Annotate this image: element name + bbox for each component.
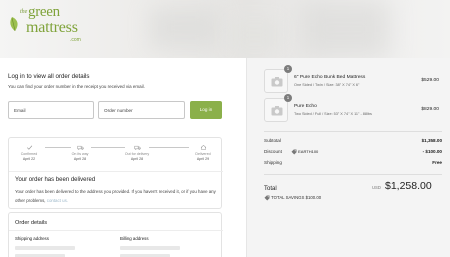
card-divider [9,171,223,172]
shipping-address-label: Shipping address [15,236,49,241]
order-status-page: the green mattress .com Log in to view a… [0,0,450,257]
shipping-address-placeholder [15,246,75,250]
timeline-step-label: Confirmed [20,152,38,156]
timeline-step-confirmed: Confirmed April 22 [11,144,47,161]
discount-code-tag: EARTH100 [291,149,318,155]
total-currency: USD [372,185,381,190]
line-item: 1 6" Pure Echo Bunk Bed Mattress One Sid… [264,65,442,93]
billing-address-label: Billing address [120,236,149,241]
quantity-badge: 1 [284,94,292,102]
product-thumbnail [264,98,288,122]
logo-dotcom: .com [70,37,81,43]
shipping-row: Shipping Free [264,160,442,168]
timeline-step-delivered: Delivered April 29 [185,144,221,161]
banner-background [150,8,220,48]
product-variant: Two Sided / Full / Size: 53" X 74" X 11"… [294,112,372,116]
discount-code: EARTH100 [298,148,319,154]
summary-divider [264,131,442,132]
logo-mattress: mattress [26,19,78,36]
order-details-card: Order details Shipping address Billing a… [8,212,223,257]
product-name: Pure Echo [294,104,317,109]
login-button[interactable]: Log in [190,101,222,119]
discount-label: Discount [264,149,282,154]
tag-icon [264,195,270,201]
timeline-step-label: Delivered [195,152,211,156]
product-price: $529.00 [421,78,439,83]
timeline-step-date: April 29 [196,157,210,161]
discount-value: - $100.00 [422,149,442,154]
product-price: $829.00 [421,107,439,112]
order-main: Log in to view all order details You can… [0,58,246,257]
product-thumbnail [264,69,288,93]
timeline-step-date: April 22 [22,157,36,161]
contact-us-link[interactable]: contact us. [47,198,68,203]
line-item: 1 Pure Echo Two Sided / Full / Size: 53"… [264,94,442,122]
quantity-badge: 1 [284,65,292,73]
leaf-icon [10,17,18,32]
truck-icon [133,145,141,150]
order-status-card: Confirmed April 22 On its way April 28 O… [8,137,223,209]
truck-icon [76,145,84,150]
subtotal-label: Subtotal [264,138,281,143]
shipping-value: Free [432,160,442,165]
email-field[interactable]: Email [8,101,94,119]
discount-row: Discount EARTH100 - $100.00 [264,149,442,157]
tag-icon [291,149,297,154]
login-subtitle: You can find your order number in the re… [8,84,145,89]
delivery-status-title: Your order has been delivered [15,177,96,183]
total-value: $1,258.00 [385,180,432,192]
delivery-timeline: Confirmed April 22 On its way April 28 O… [9,142,223,170]
order-summary-sidebar: 1 6" Pure Echo Bunk Bed Mattress One Sid… [246,58,450,257]
logo-the: the [20,9,28,15]
product-variant: One Sided / Twin / Size: 38" X 74" X 6" [294,83,360,87]
camera-icon [271,106,283,116]
total-savings: TOTAL SAVINGS $100.00 [264,195,321,201]
banner-background [300,0,390,58]
total-savings-text: TOTAL SAVINGS $100.00 [271,195,322,201]
subtotal-row: Subtotal $1,358.00 [264,138,442,146]
product-name: 6" Pure Echo Bunk Bed Mattress [294,75,366,80]
summary-divider [264,174,442,175]
total-label: Total [264,186,277,192]
timeline-step-on-its-way: On its way April 28 [62,144,98,161]
banner-background [230,20,280,50]
brand-logo[interactable]: the green mattress .com [8,4,98,50]
order-number-field[interactable]: Order number [98,101,185,119]
timeline-connector [149,147,189,148]
header-banner: the green mattress .com [0,0,450,58]
login-title: Log in to view all order details [8,73,90,80]
check-icon [26,145,32,150]
subtotal-value: $1,358.00 [421,138,442,143]
timeline-step-label: Out for delivery [124,152,150,156]
timeline-step-date: April 28 [73,157,87,161]
home-icon [200,144,206,151]
timeline-step-out-for-delivery: Out for delivery April 28 [119,144,155,161]
billing-address-placeholder [120,246,180,250]
camera-icon [271,77,283,87]
delivery-status-text: Your order has been delivered to the add… [15,188,219,205]
order-details-title: Order details [15,220,48,226]
timeline-step-date: April 28 [130,157,144,161]
delivery-status-message: Your order has been delivered to the add… [15,189,216,203]
shipping-label: Shipping [264,160,282,165]
card-divider [9,230,223,231]
timeline-step-label: On its way [71,152,89,156]
